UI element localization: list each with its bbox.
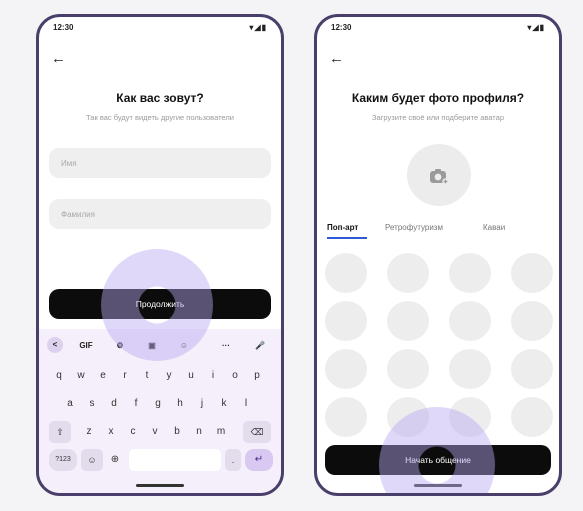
- avatar-option[interactable]: [325, 349, 367, 389]
- back-arrow-icon[interactable]: ←: [51, 51, 66, 66]
- key-j[interactable]: j: [192, 393, 212, 415]
- last-name-field[interactable]: Фамилия: [49, 199, 271, 229]
- page-subtitle: Загрузите своё или подберите аватар: [372, 113, 504, 122]
- key-m[interactable]: m: [211, 421, 231, 443]
- key-n[interactable]: n: [189, 421, 209, 443]
- key-e[interactable]: e: [93, 365, 113, 387]
- avatar-option[interactable]: [325, 301, 367, 341]
- status-time: 12:30: [331, 23, 352, 32]
- back-arrow-icon[interactable]: ←: [329, 51, 344, 66]
- enter-key[interactable]: ↵: [245, 449, 273, 471]
- keyboard-row-2: a s d f g h j k l: [39, 393, 281, 415]
- key-k[interactable]: k: [214, 393, 234, 415]
- key-q[interactable]: q: [49, 365, 69, 387]
- avatar-option[interactable]: [449, 397, 491, 437]
- globe-key[interactable]: ⊕: [105, 449, 125, 471]
- avatar-option[interactable]: [387, 253, 429, 293]
- home-indicator: [136, 484, 184, 487]
- microphone-icon[interactable]: 🎤: [251, 337, 269, 355]
- clipboard-icon[interactable]: ▣: [143, 337, 161, 355]
- key-a[interactable]: a: [60, 393, 80, 415]
- avatar-style-tabs: Поп-арт Ретрофутуризм Каваи: [327, 223, 553, 239]
- avatar-option[interactable]: [511, 397, 553, 437]
- keyboard-row-1: q w e r t y u i o p: [39, 365, 281, 387]
- avatar-option[interactable]: [387, 349, 429, 389]
- on-screen-keyboard: < GIF ⚙ ▣ ☺ ··· 🎤 q w e r t y u i o p a …: [39, 329, 281, 493]
- start-chat-button[interactable]: Начать общение: [325, 445, 551, 475]
- avatar-option[interactable]: [387, 301, 429, 341]
- space-key[interactable]: [129, 449, 221, 471]
- key-b[interactable]: b: [167, 421, 187, 443]
- key-v[interactable]: v: [145, 421, 165, 443]
- keyboard-row-3: ⇧ z x c v b n m ⌫: [39, 421, 281, 443]
- key-s[interactable]: s: [82, 393, 102, 415]
- key-x[interactable]: x: [101, 421, 121, 443]
- avatar-option[interactable]: [449, 349, 491, 389]
- avatar-option[interactable]: [449, 253, 491, 293]
- shift-key[interactable]: ⇧: [49, 421, 71, 443]
- status-time: 12:30: [53, 23, 74, 32]
- settings-icon[interactable]: ⚙: [111, 337, 129, 355]
- key-o[interactable]: o: [225, 365, 245, 387]
- tab-kawaii[interactable]: Каваи: [483, 223, 505, 232]
- avatar-option[interactable]: [325, 253, 367, 293]
- status-bar: 12:30 ▾◢▮: [331, 23, 545, 35]
- more-icon[interactable]: ···: [217, 337, 235, 355]
- camera-add-icon: [429, 165, 449, 185]
- key-t[interactable]: t: [137, 365, 157, 387]
- keyboard-collapse-icon[interactable]: <: [47, 337, 63, 353]
- key-y[interactable]: y: [159, 365, 179, 387]
- phone-screen-avatar: 12:30 ▾◢▮ ← Каким будет фото профиля? За…: [314, 14, 562, 496]
- active-tab-indicator: [327, 237, 367, 239]
- key-r[interactable]: r: [115, 365, 135, 387]
- key-d[interactable]: d: [104, 393, 124, 415]
- status-icons: ▾◢▮: [527, 23, 545, 32]
- numbers-key[interactable]: ?123: [49, 449, 77, 471]
- keyboard-row-4: ?123 ☺ ⊕ . ↵: [39, 449, 281, 471]
- key-z[interactable]: z: [79, 421, 99, 443]
- page-title: Как вас зовут?: [116, 91, 204, 105]
- status-icons: ▾◢▮: [249, 23, 267, 32]
- phone-screen-name: 12:30 ▾◢▮ ← Как вас зовут? Так вас будут…: [36, 14, 284, 496]
- page-subtitle: Так вас будут видеть другие пользователи: [86, 113, 234, 122]
- avatar-option[interactable]: [325, 397, 367, 437]
- keyboard-toolbar: < GIF ⚙ ▣ ☺ ··· 🎤: [47, 337, 273, 355]
- tab-retrofuturism[interactable]: Ретрофутуризм: [385, 223, 443, 232]
- tab-pop-art[interactable]: Поп-арт: [327, 223, 358, 232]
- key-g[interactable]: g: [148, 393, 168, 415]
- key-f[interactable]: f: [126, 393, 146, 415]
- avatar-option[interactable]: [511, 253, 553, 293]
- gif-button[interactable]: GIF: [75, 337, 97, 355]
- home-indicator: [414, 484, 462, 487]
- avatar-option[interactable]: [449, 301, 491, 341]
- key-w[interactable]: w: [71, 365, 91, 387]
- key-u[interactable]: u: [181, 365, 201, 387]
- avatar-option[interactable]: [511, 349, 553, 389]
- first-name-field[interactable]: Имя: [49, 148, 271, 178]
- key-c[interactable]: c: [123, 421, 143, 443]
- avatar-option[interactable]: [387, 397, 429, 437]
- continue-button[interactable]: Продолжить: [49, 289, 271, 319]
- page-title: Каким будет фото профиля?: [351, 91, 525, 105]
- period-key[interactable]: .: [225, 449, 241, 471]
- upload-photo-button[interactable]: [407, 144, 471, 206]
- backspace-key[interactable]: ⌫: [243, 421, 271, 443]
- avatar-option[interactable]: [511, 301, 553, 341]
- status-bar: 12:30 ▾◢▮: [53, 23, 267, 35]
- key-p[interactable]: p: [247, 365, 267, 387]
- key-h[interactable]: h: [170, 393, 190, 415]
- emoji-key[interactable]: ☺: [81, 449, 103, 471]
- key-l[interactable]: l: [236, 393, 256, 415]
- sticker-icon[interactable]: ☺: [175, 337, 193, 355]
- key-i[interactable]: i: [203, 365, 223, 387]
